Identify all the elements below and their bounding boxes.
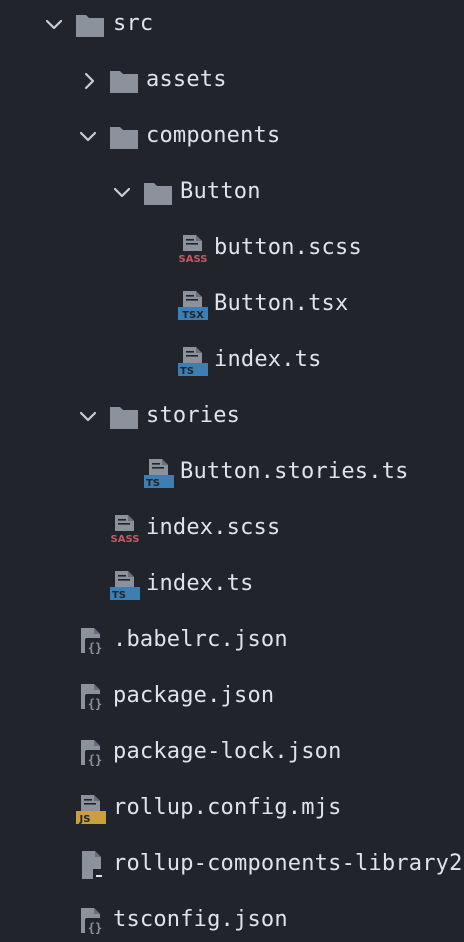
folder-icon [108, 121, 140, 153]
tree-label: rollup.config.mjs [113, 795, 342, 820]
chevron-down-icon[interactable] [112, 183, 132, 203]
tree-row-rollup-components-library[interactable]: rollup-components-library2.in [0, 838, 464, 894]
chevron-down-icon[interactable] [78, 407, 98, 427]
tree-label: rollup-components-library2.in [113, 851, 464, 876]
tree-label: tsconfig.json [113, 907, 288, 932]
chevron-right-icon[interactable] [80, 71, 100, 91]
svg-text:TSX: TSX [182, 310, 204, 321]
tree-label: .babelrc.json [113, 627, 288, 652]
tree-label: stories [146, 403, 241, 428]
tree-row-button-folder[interactable]: Button [0, 166, 464, 222]
svg-text:{}: {} [88, 641, 102, 655]
svg-text:{}: {} [88, 697, 102, 711]
tsx-file-icon: TSX [177, 289, 209, 321]
ts-file-icon: TS [143, 457, 175, 489]
svg-text:SASS: SASS [111, 534, 140, 545]
svg-text:TS: TS [180, 366, 194, 377]
tree-label: Button.stories.ts [180, 459, 409, 484]
tree-row-src-index-ts[interactable]: TS index.ts [0, 558, 464, 614]
chevron-down-icon[interactable] [78, 127, 98, 147]
svg-text:TS: TS [112, 590, 126, 601]
sass-file-icon: SASS [177, 233, 209, 265]
tree-label: index.ts [214, 347, 322, 372]
svg-text:{}: {} [88, 921, 102, 935]
tree-row-index-scss[interactable]: SASS index.scss [0, 502, 464, 558]
js-file-icon: JS [75, 793, 107, 825]
tree-label: button.scss [214, 235, 362, 260]
svg-text:JS: JS [79, 814, 91, 825]
tree-row-stories[interactable]: stories [0, 390, 464, 446]
tree-row-babelrc-json[interactable]: {} .babelrc.json [0, 614, 464, 670]
json-file-icon: {} [76, 737, 108, 769]
json-file-icon: {} [76, 681, 108, 713]
folder-icon [142, 177, 174, 209]
svg-text:SASS: SASS [179, 254, 208, 265]
tree-row-button-scss[interactable]: SASS button.scss [0, 222, 464, 278]
tree-label: index.scss [146, 515, 281, 540]
json-file-icon: {} [76, 905, 108, 937]
tree-row-components[interactable]: components [0, 110, 464, 166]
json-file-icon: {} [76, 625, 108, 657]
svg-text:TS: TS [146, 478, 160, 489]
tree-label: Button [180, 179, 261, 204]
tree-row-tsconfig-json[interactable]: {} tsconfig.json [0, 894, 464, 942]
svg-text:{}: {} [88, 753, 102, 767]
generic-file-icon [78, 849, 110, 881]
tree-label: package-lock.json [113, 739, 342, 764]
tree-label: src [113, 11, 154, 36]
file-explorer-tree: src assets components Button SASS button… [0, 0, 464, 942]
tree-row-package-json[interactable]: {} package.json [0, 670, 464, 726]
chevron-down-icon[interactable] [44, 15, 64, 35]
tree-label: package.json [113, 683, 275, 708]
tree-label: assets [146, 67, 227, 92]
tree-label: Button.tsx [214, 291, 349, 316]
tree-row-button-index-ts[interactable]: TS index.ts [0, 334, 464, 390]
tree-row-rollup-config-mjs[interactable]: JS rollup.config.mjs [0, 782, 464, 838]
folder-icon [74, 9, 106, 41]
sass-file-icon: SASS [109, 513, 141, 545]
tree-row-button-stories-ts[interactable]: TS Button.stories.ts [0, 446, 464, 502]
tree-row-src[interactable]: src [0, 0, 464, 54]
folder-icon [108, 401, 140, 433]
tree-label: index.ts [146, 571, 254, 596]
ts-file-icon: TS [109, 569, 141, 601]
folder-icon [108, 65, 140, 97]
tree-label: components [146, 123, 281, 148]
tree-row-assets[interactable]: assets [0, 54, 464, 110]
ts-file-icon: TS [177, 345, 209, 377]
tree-row-button-tsx[interactable]: TSX Button.tsx [0, 278, 464, 334]
tree-row-package-lock-json[interactable]: {} package-lock.json [0, 726, 464, 782]
